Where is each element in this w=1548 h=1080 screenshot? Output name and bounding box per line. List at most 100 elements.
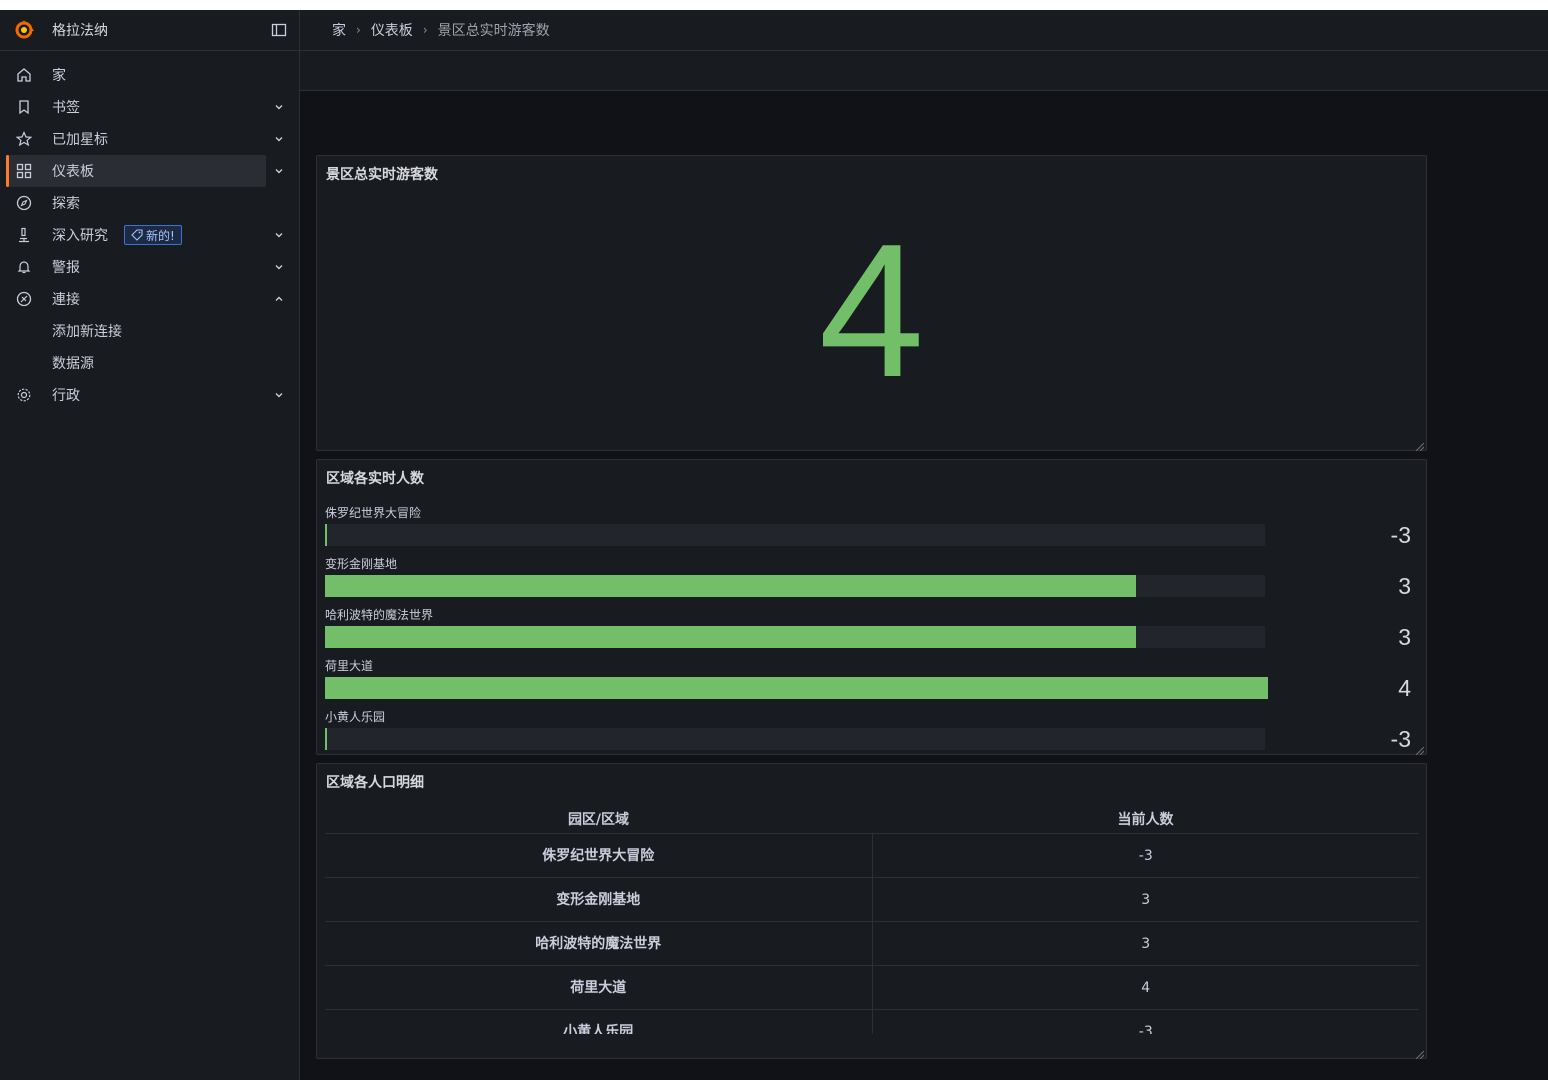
chevron-down-icon[interactable] [272, 228, 286, 242]
nav-menu: 家书签已加星标仪表板探索深入研究 新的! 警报連接添加新连接数据源行政 [0, 51, 299, 411]
gear-icon [16, 387, 32, 403]
sidebar-item-2[interactable]: 已加星标 [6, 123, 283, 155]
data-table: 园区/区域 当前人数 侏罗纪世界大冒险 -3 变形金刚基地 3 哈利波特的魔法世界 3 荷里… [325, 804, 1419, 1034]
bar-gauge-row: 荷里大道 4 [325, 657, 1421, 708]
bar-gauge-fill [325, 677, 1268, 699]
chevron-right-icon: › [356, 23, 361, 37]
bar-gauge-row: 侏罗纪世界大冒险 -3 [325, 504, 1421, 555]
compass-icon [16, 195, 32, 211]
bar-gauge-fill [325, 728, 327, 750]
bar-gauge-fill [325, 575, 1136, 597]
sidebar-item-5[interactable]: 深入研究 新的! [6, 219, 283, 251]
cell-area: 小黄人乐园 [325, 1009, 873, 1034]
bar-gauge-value: -3 [1390, 726, 1411, 752]
cell-area: 变形金刚基地 [325, 877, 873, 922]
sidebar-item-3[interactable]: 仪表板 [6, 155, 283, 187]
bar-gauge-track [325, 626, 1265, 648]
tag-icon [131, 229, 143, 241]
cell-count: 3 [1141, 891, 1151, 908]
resize-handle-icon[interactable] [1415, 1048, 1425, 1060]
chevron-up-icon[interactable] [272, 292, 286, 306]
table-header: 园区/区域 当前人数 [325, 804, 1419, 834]
table-row[interactable]: 哈利波特的魔法世界 3 [325, 921, 1419, 966]
resize-handle-icon[interactable] [1415, 440, 1425, 452]
sidebar-item-6[interactable]: 警报 [6, 251, 283, 283]
sidebar-item-label: 家 [52, 68, 66, 84]
column-header[interactable]: 园区/区域 [325, 809, 872, 829]
sidebar-item-label: 深入研究 [52, 228, 108, 244]
badge-label: 新的! [146, 228, 175, 243]
cell-count: 3 [1141, 935, 1151, 952]
dock-menu-icon[interactable] [271, 22, 287, 38]
dashboard-toolbar [300, 51, 1548, 91]
chevron-down-icon[interactable] [272, 132, 286, 146]
table-row[interactable]: 侏罗纪世界大冒险 -3 [325, 834, 1419, 878]
table-row[interactable]: 荷里大道 4 [325, 965, 1419, 1010]
sidebar-item-1[interactable]: 书签 [6, 91, 283, 123]
sidebar-item-label: 仪表板 [52, 164, 94, 180]
sidebar-item-label: 添加新连接 [52, 324, 122, 340]
resize-handle-icon[interactable] [1415, 744, 1425, 756]
chevron-right-icon: › [422, 23, 428, 37]
bar-gauge-track [325, 677, 1268, 699]
chevron-down-icon[interactable] [272, 388, 286, 402]
bar-gauge-value: -3 [1390, 522, 1411, 548]
sidebar-item-9[interactable]: 数据源 [6, 347, 266, 379]
link-icon [16, 291, 32, 307]
bar-gauge-track [325, 575, 1265, 597]
bar-gauge-label: 哈利波特的魔法世界 [325, 608, 434, 622]
cell-area: 哈利波特的魔法世界 [325, 921, 873, 966]
stat-panel[interactable]: 景区总实时游客数 4 [316, 155, 1427, 452]
sidebar-item-label: 已加星标 [52, 132, 108, 148]
cell-area: 侏罗纪世界大冒险 [325, 834, 873, 878]
bar-gauge-row: 小黄人乐园 -3 [325, 708, 1421, 759]
sidebar-item-10[interactable]: 行政 [6, 379, 283, 411]
breadcrumb-home[interactable]: 家 [332, 20, 346, 40]
cell-count: -3 [1138, 1023, 1153, 1035]
grafana-logo-icon[interactable] [12, 18, 36, 42]
table-body[interactable]: 侏罗纪世界大冒险 -3 变形金刚基地 3 哈利波特的魔法世界 3 荷里大道 4 小黄人乐园 -3 [325, 834, 1419, 1034]
brand-name: 格拉法纳 [52, 23, 108, 39]
bar-gauge-value: 4 [1398, 675, 1411, 701]
sidebar-item-label: 探索 [52, 196, 80, 212]
breadcrumb-dashboards[interactable]: 仪表板 [371, 20, 413, 40]
bar-gauge-row: 变形金刚基地 3 [325, 555, 1421, 606]
bar-gauge-row: 哈利波特的魔法世界 3 [325, 606, 1421, 657]
sidebar-item-0[interactable]: 家 [6, 59, 266, 91]
column-header[interactable]: 当前人数 [872, 809, 1419, 829]
bookmark-icon [16, 99, 32, 115]
cell-count: -3 [1138, 847, 1153, 864]
table-row[interactable]: 小黄人乐园 -3 [325, 1009, 1419, 1035]
bell-icon [16, 259, 32, 275]
table-row[interactable]: 变形金刚基地 3 [325, 877, 1419, 922]
sidebar: 格拉法纳 家书签已加星标仪表板探索深入研究 新的! 警报連接添加新连接数据源行政 [0, 10, 300, 1080]
sidebar-header: 格拉法纳 [0, 10, 299, 51]
sidebar-item-8[interactable]: 添加新连接 [6, 315, 266, 347]
breadcrumb-current: 景区总实时游客数 [437, 23, 550, 39]
sidebar-item-label: 連接 [52, 292, 80, 308]
chevron-down-icon[interactable] [272, 164, 286, 178]
panel-title[interactable]: 景区总实时游客数 [326, 164, 438, 184]
sidebar-item-7[interactable]: 連接 [6, 283, 283, 315]
cell-count: 4 [1141, 979, 1151, 996]
bar-gauge-panel[interactable]: 区域各实时人数 侏罗纪世界大冒险 -3 变形金刚基地 3 哈利波特的魔法世界 3 荷里大道 4… [316, 459, 1427, 756]
bar-gauge-fill [325, 626, 1136, 648]
star-icon [16, 131, 32, 147]
sidebar-item-4[interactable]: 探索 [6, 187, 266, 219]
new-badge: 新的! [124, 225, 182, 245]
sidebar-item-label: 书签 [52, 100, 80, 116]
sidebar-item-label: 警报 [52, 260, 80, 276]
sidebar-item-label: 行政 [52, 388, 80, 404]
table-panel[interactable]: 区域各人口明细 园区/区域 当前人数 侏罗纪世界大冒险 -3 变形金刚基地 3 哈利波特… [316, 763, 1427, 1060]
chevron-down-icon[interactable] [272, 100, 286, 114]
panel-title[interactable]: 区域各实时人数 [326, 468, 424, 488]
bar-gauge-label: 侏罗纪世界大冒险 [325, 506, 422, 520]
bar-gauge-track [325, 728, 1265, 750]
panel-title[interactable]: 区域各人口明细 [326, 772, 424, 792]
bar-gauge-label: 变形金刚基地 [325, 557, 398, 571]
top-border [0, 0, 1548, 10]
bar-gauge-fill [325, 524, 327, 546]
bar-gauge-label: 荷里大道 [325, 659, 374, 673]
dashboard-icon [16, 163, 32, 179]
chevron-down-icon[interactable] [272, 260, 286, 274]
